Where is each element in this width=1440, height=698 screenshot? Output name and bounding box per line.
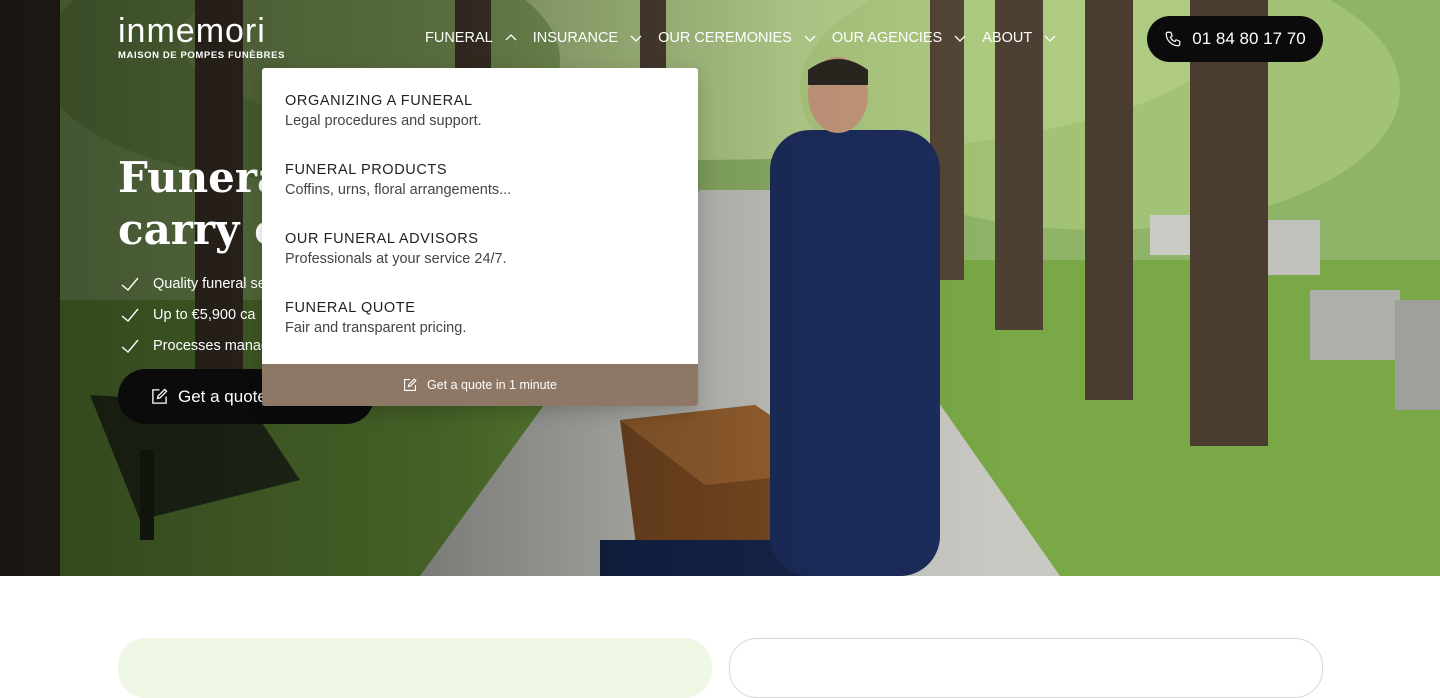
menu-item-title: ORGANIZING A FUNERAL <box>285 93 473 109</box>
benefit-item: Processes manag <box>120 330 269 361</box>
menu-item-title: OUR FUNERAL ADVISORS <box>285 231 479 247</box>
get-quote-label: Get a quote <box>178 386 267 406</box>
check-icon <box>121 308 139 322</box>
nav-item-funeral[interactable]: FUNERAL <box>425 28 517 48</box>
menu-item-title: FUNERAL QUOTE <box>285 300 416 316</box>
benefit-text: Up to €5,900 ca <box>153 306 256 323</box>
funeral-dropdown-menu: ORGANIZING A FUNERAL Legal procedures an… <box>262 68 698 406</box>
logo-tagline: MAISON DE POMPES FUNÈBRES <box>118 50 286 61</box>
logo-wordmark: inmemori <box>118 12 266 50</box>
nav-label: FUNERAL <box>425 30 493 46</box>
menu-item-desc: Professionals at your service 24/7. <box>285 251 507 267</box>
menu-item-title: FUNERAL PRODUCTS <box>285 162 448 178</box>
nav-label: OUR CEREMONIES <box>658 30 792 46</box>
phone-number: 01 84 80 17 70 <box>1192 29 1306 48</box>
menu-item-desc: Legal procedures and support. <box>285 113 482 129</box>
benefit-text: Quality funeral se <box>153 275 266 292</box>
hero-benefits: Quality funeral se Up to €5,900 ca Proce… <box>120 268 269 361</box>
nav-label: OUR AGENCIES <box>831 30 943 46</box>
info-card-left <box>118 638 712 698</box>
dropdown-quote-label: Get a quote in 1 minute <box>427 378 557 392</box>
menu-item-organizing-funeral[interactable]: ORGANIZING A FUNERAL Legal procedures an… <box>285 91 482 132</box>
chevron-down-icon <box>954 35 966 42</box>
chevron-down-icon <box>1044 35 1056 42</box>
menu-item-funeral-quote[interactable]: FUNERAL QUOTE Fair and transparent prici… <box>285 298 466 339</box>
phone-button[interactable]: 01 84 80 17 70 <box>1147 16 1323 62</box>
nav-item-ceremonies[interactable]: OUR CEREMONIES <box>658 28 816 48</box>
benefit-item: Up to €5,900 ca <box>120 299 269 330</box>
chevron-up-icon <box>505 34 517 41</box>
edit-icon <box>404 378 417 391</box>
nav-item-insurance[interactable]: INSURANCE <box>533 28 642 48</box>
chevron-down-icon <box>630 35 642 42</box>
phone-icon <box>1165 31 1181 47</box>
info-card-right <box>729 638 1323 698</box>
dropdown-quote-button[interactable]: Get a quote in 1 minute <box>262 364 698 406</box>
nav-label: ABOUT <box>982 30 1033 46</box>
menu-item-desc: Fair and transparent pricing. <box>285 320 467 336</box>
chevron-down-icon <box>804 35 816 42</box>
benefit-item: Quality funeral se <box>120 268 269 299</box>
menu-item-desc: Coffins, urns, floral arrangements... <box>285 182 512 198</box>
check-icon <box>121 277 139 291</box>
nav-label: INSURANCE <box>532 30 619 46</box>
nav-item-about[interactable]: ABOUT <box>982 28 1056 48</box>
check-icon <box>121 339 139 353</box>
nav-item-agencies[interactable]: OUR AGENCIES <box>832 28 966 48</box>
logo[interactable]: inmemori MAISON DE POMPES FUNÈBRES <box>118 14 285 61</box>
main-nav: FUNERAL INSURANCE OUR CEREMONIES OUR AGE… <box>425 28 1072 48</box>
menu-item-funeral-products[interactable]: FUNERAL PRODUCTS Coffins, urns, floral a… <box>285 160 511 201</box>
menu-item-funeral-advisors[interactable]: OUR FUNERAL ADVISORS Professionals at yo… <box>285 229 507 270</box>
benefit-text: Processes manag <box>153 337 270 354</box>
edit-icon <box>152 388 168 404</box>
